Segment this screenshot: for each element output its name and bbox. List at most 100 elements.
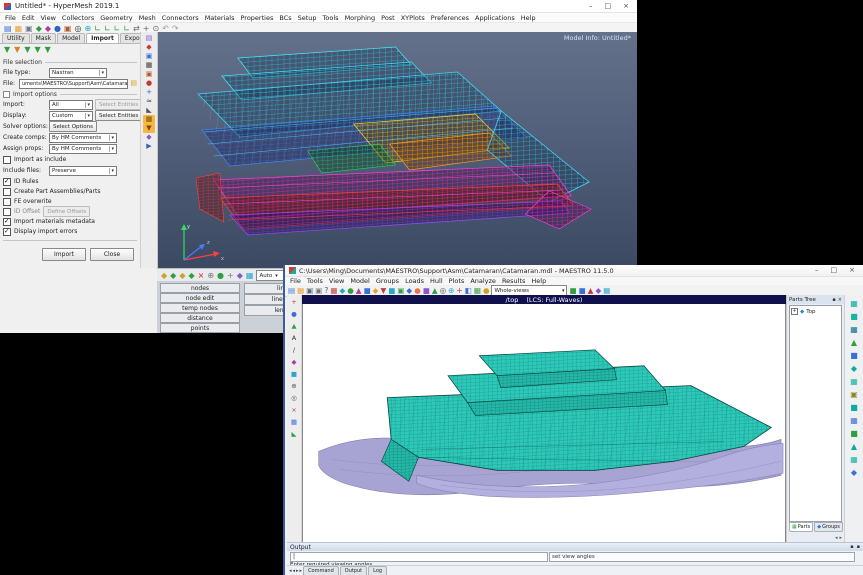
include-browser-icon[interactable]: ▦ — [146, 61, 153, 70]
ma-menu-hull[interactable]: Hull — [427, 277, 446, 285]
part-blue-1-icon[interactable]: ■ — [850, 349, 858, 362]
toggle-green-2-icon[interactable]: ◆ — [188, 271, 194, 280]
wire-view-icon[interactable]: ◆ — [406, 287, 412, 295]
hm-menu-post[interactable]: Post — [378, 14, 398, 22]
hm-tab-model[interactable]: Model — [57, 33, 86, 43]
create-comps-select[interactable]: By HM Comments ▾ — [49, 132, 117, 143]
output-tab-command[interactable]: Command — [303, 566, 339, 575]
ma-menu-analyze[interactable]: Analyze — [467, 277, 499, 285]
display-select[interactable]: Custom ▾ — [49, 110, 93, 121]
loads-view-icon[interactable]: ● — [414, 287, 421, 295]
import-as-include-checkbox[interactable] — [3, 155, 11, 164]
sketch-line-icon[interactable]: / — [293, 344, 295, 356]
import-loads-icon[interactable]: ▼ — [45, 46, 51, 54]
ma-menu-model[interactable]: Model — [347, 277, 373, 285]
entity-sets-icon[interactable]: + — [146, 88, 152, 97]
corner-icon[interactable]: ◣ — [292, 428, 297, 440]
groups-view-icon[interactable]: ■ — [423, 287, 430, 295]
label-icon[interactable]: A — [292, 332, 296, 344]
part-blue-2-icon[interactable]: ▦ — [850, 414, 858, 427]
fe-overwrite-checkbox[interactable] — [3, 197, 11, 206]
hm-menu-view[interactable]: View — [37, 14, 58, 22]
import-tab-icon[interactable]: ▦ — [143, 115, 155, 124]
hm-tab-export[interactable]: Export — [119, 33, 140, 43]
panel-button-node-edit[interactable]: node edit — [160, 293, 240, 303]
hm-close-button[interactable]: × — [623, 2, 629, 10]
toggle-green-1-icon[interactable]: ◆ — [170, 271, 176, 280]
hm-menu-setup[interactable]: Setup — [295, 14, 320, 22]
import-subsystem-icon[interactable]: ▼ — [34, 46, 40, 54]
ma-menu-loads[interactable]: Loads — [402, 277, 427, 285]
nav-first-icon[interactable]: ◂ — [289, 568, 292, 574]
view-group-1-icon[interactable]: ■ — [569, 287, 576, 295]
file-path-input[interactable]: uments\MAESTRO\Support\Asm\Catamaran\Cat… — [19, 78, 129, 89]
solver-browser-icon[interactable]: ▣ — [146, 70, 153, 79]
import-materials-checkbox[interactable] — [3, 217, 11, 226]
reject-icon[interactable]: × — [198, 271, 205, 280]
export-tab-icon[interactable]: ▼ — [143, 124, 155, 133]
part-teal-2-icon[interactable]: ■ — [850, 310, 858, 323]
part-green-2-icon[interactable]: ■ — [850, 427, 858, 440]
save-file-icon[interactable]: ▣ — [306, 287, 313, 295]
maestro-viewport[interactable] — [302, 304, 786, 543]
hm-minimize-button[interactable]: – — [589, 2, 593, 10]
nav-last-icon[interactable]: ▸ — [300, 568, 303, 574]
add-beam-icon[interactable]: ■ — [291, 368, 297, 380]
hm-tab-utility[interactable]: Utility — [2, 33, 30, 43]
import-solver-deck-icon[interactable]: ▼ — [4, 46, 10, 54]
open-file-icon[interactable]: ▦ — [297, 287, 304, 295]
nav-next-icon[interactable]: ▸ — [296, 568, 299, 574]
panel-button-distance[interactable]: distance — [160, 313, 240, 323]
mesh-view-icon[interactable]: ■ — [388, 287, 395, 295]
hm-tab-mask[interactable]: Mask — [30, 33, 57, 43]
import-geometry-icon[interactable]: ▼ — [14, 46, 20, 54]
select-entities-display-button[interactable]: Select Entities — [95, 110, 140, 121]
erase-icon[interactable]: × — [291, 404, 296, 416]
new-file-icon[interactable]: ▤ — [288, 287, 295, 295]
session-browser-icon[interactable]: ◆ — [146, 133, 151, 142]
import-select[interactable]: All ▾ — [49, 99, 93, 110]
nav-prev-icon[interactable]: ◂ — [293, 568, 296, 574]
pin-icon[interactable]: ▪ — [832, 297, 835, 303]
add-node-icon[interactable]: + — [291, 296, 296, 308]
ma-menu-results[interactable]: Results — [499, 277, 528, 285]
close-icon[interactable]: ▪ — [857, 544, 860, 550]
view-group-2-icon[interactable]: ■ — [579, 287, 586, 295]
toggle-yellow-1-icon[interactable]: ◆ — [161, 271, 167, 280]
hm-menu-edit[interactable]: Edit — [19, 14, 38, 22]
close-icon[interactable]: × — [838, 297, 842, 303]
patch-icon[interactable]: ▦ — [291, 416, 297, 428]
tree-item-top[interactable]: + ◆ Top — [791, 308, 840, 315]
fit-view-icon[interactable]: ⊕ — [448, 287, 454, 295]
ma-menu-file[interactable]: File — [287, 277, 304, 285]
hm-menu-connectors[interactable]: Connectors — [159, 14, 202, 22]
measure-icon[interactable]: + — [456, 287, 462, 295]
import-options-toggle[interactable] — [3, 91, 10, 98]
tab-groups[interactable]: ◆ Groups — [814, 522, 843, 532]
maestro-titlebar[interactable]: C:\Users\Ming\Documents\MAESTRO\Support\… — [285, 265, 863, 277]
hm-menu-geometry[interactable]: Geometry — [97, 14, 135, 22]
clip-plane-icon[interactable]: ◧ — [465, 287, 472, 295]
hypermesh-viewport[interactable]: Model Info: Untitled* x y z — [158, 32, 637, 268]
hm-menu-properties[interactable]: Properties — [237, 14, 276, 22]
results-view-icon[interactable]: ▲ — [432, 287, 438, 295]
panel-button-points[interactable]: points — [160, 323, 240, 333]
file-type-select[interactable]: Nastran ▾ — [49, 67, 107, 78]
hm-menu-collectors[interactable]: Collectors — [59, 14, 97, 22]
id-rules-checkbox[interactable] — [3, 177, 11, 186]
morph-icon[interactable]: ◆ — [237, 271, 243, 280]
matrix-browser-icon[interactable]: ● — [146, 79, 152, 88]
plate-tool-icon[interactable]: ◆ — [373, 287, 379, 295]
hm-menu-applications[interactable]: Applications — [472, 14, 518, 22]
panel-tool-icon[interactable]: ▲ — [356, 287, 362, 295]
help-icon[interactable]: ? — [324, 287, 328, 295]
hm-menu-morphing[interactable]: Morphing — [342, 14, 379, 22]
hypermesh-titlebar[interactable]: Untitled* - HyperMesh 2019.1 – □ × — [0, 0, 637, 13]
select-icon[interactable]: ▦ — [330, 287, 337, 295]
ma-menu-plots[interactable]: Plots — [446, 277, 468, 285]
open-folder-icon[interactable]: ▤ — [130, 80, 137, 87]
grid-icon[interactable]: ▦ — [474, 287, 481, 295]
ma-menu-tools[interactable]: Tools — [304, 277, 326, 285]
curve-editor-icon[interactable]: ≈ — [146, 97, 152, 106]
hm-menu-xyplots[interactable]: XYPlots — [398, 14, 428, 22]
